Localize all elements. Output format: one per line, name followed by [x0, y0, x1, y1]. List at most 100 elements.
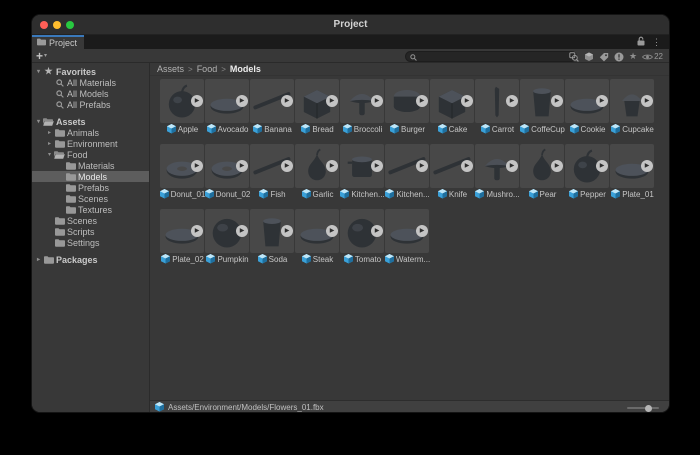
- breadcrumb-food[interactable]: Food: [197, 64, 218, 74]
- play-preview-button[interactable]: ▶: [641, 95, 653, 107]
- tree-item-all-materials[interactable]: All Materials: [32, 77, 149, 88]
- play-preview-button[interactable]: ▶: [416, 225, 428, 237]
- tree-item-favorites[interactable]: ▾★Favorites: [32, 66, 149, 77]
- tree-item-textures[interactable]: Textures: [32, 204, 149, 215]
- menu-kebab-icon[interactable]: ⋮: [652, 38, 661, 47]
- play-preview-button[interactable]: ▶: [281, 225, 293, 237]
- tree-item-scripts[interactable]: Scripts: [32, 226, 149, 237]
- asset-tile-cake[interactable]: ▶Cake: [430, 79, 475, 137]
- search-field[interactable]: [405, 51, 577, 62]
- asset-thumbnail[interactable]: ▶: [205, 144, 249, 188]
- thumbnail-zoom-slider[interactable]: [627, 407, 659, 409]
- create-asset-button[interactable]: + ▾: [36, 51, 47, 61]
- hidden-packages-toggle[interactable]: 22: [642, 48, 663, 66]
- asset-thumbnail[interactable]: ▶: [160, 144, 204, 188]
- play-preview-button[interactable]: ▶: [191, 160, 203, 172]
- open-in-search-icon[interactable]: [569, 52, 579, 62]
- play-preview-button[interactable]: ▶: [551, 95, 563, 107]
- asset-tile-plate-01[interactable]: ▶Plate_01: [610, 144, 655, 202]
- asset-tile-plate-02[interactable]: ▶Plate_02: [160, 209, 205, 267]
- play-preview-button[interactable]: ▶: [596, 95, 608, 107]
- breadcrumb-assets[interactable]: Assets: [157, 64, 184, 74]
- asset-tile-carrot[interactable]: ▶Carrot: [475, 79, 520, 137]
- search-by-import-log-icon[interactable]: [614, 52, 624, 62]
- play-preview-button[interactable]: ▶: [551, 160, 563, 172]
- asset-thumbnail[interactable]: ▶: [250, 144, 294, 188]
- asset-tile-cupcake[interactable]: ▶Cupcake: [610, 79, 655, 137]
- play-preview-button[interactable]: ▶: [281, 95, 293, 107]
- search-by-label-icon[interactable]: [599, 52, 609, 62]
- asset-thumbnail[interactable]: ▶: [160, 79, 204, 123]
- disclosure-right-icon[interactable]: ▸: [45, 140, 54, 147]
- play-preview-button[interactable]: ▶: [326, 225, 338, 237]
- asset-tile-coffecup[interactable]: ▶CoffeCup: [520, 79, 565, 137]
- tab-project[interactable]: Project: [32, 35, 84, 49]
- asset-thumbnail[interactable]: ▶: [610, 144, 654, 188]
- asset-thumbnail[interactable]: ▶: [565, 144, 609, 188]
- disclosure-right-icon[interactable]: ▸: [45, 129, 54, 136]
- asset-tile-garlic[interactable]: ▶Garlic: [295, 144, 340, 202]
- asset-thumbnail[interactable]: ▶: [295, 209, 339, 253]
- tree-item-models[interactable]: Models: [32, 171, 149, 182]
- asset-thumbnail[interactable]: ▶: [160, 209, 204, 253]
- asset-tile-soda[interactable]: ▶Soda: [250, 209, 295, 267]
- play-preview-button[interactable]: ▶: [236, 95, 248, 107]
- asset-tile-tomato[interactable]: ▶Tomato: [340, 209, 385, 267]
- asset-tile-cookie[interactable]: ▶Cookie: [565, 79, 610, 137]
- asset-tile-banana[interactable]: ▶Banana: [250, 79, 295, 137]
- asset-tile-mushro[interactable]: ▶Mushro...: [475, 144, 520, 202]
- tree-item-assets[interactable]: ▾Assets: [32, 116, 149, 127]
- disclosure-down-icon[interactable]: ▾: [45, 151, 54, 158]
- asset-thumbnail[interactable]: ▶: [430, 144, 474, 188]
- asset-thumbnail[interactable]: ▶: [340, 79, 384, 123]
- play-preview-button[interactable]: ▶: [416, 95, 428, 107]
- asset-tile-pear[interactable]: ▶Pear: [520, 144, 565, 202]
- play-preview-button[interactable]: ▶: [326, 95, 338, 107]
- tree-item-materials[interactable]: Materials: [32, 160, 149, 171]
- asset-tile-kitchen[interactable]: ▶Kitchen...: [385, 144, 430, 202]
- search-input[interactable]: [420, 52, 572, 61]
- asset-thumbnail[interactable]: ▶: [250, 79, 294, 123]
- save-search-star-icon[interactable]: ★: [629, 52, 637, 61]
- asset-thumbnail[interactable]: ▶: [295, 79, 339, 123]
- asset-thumbnail[interactable]: ▶: [430, 79, 474, 123]
- tree-item-all-prefabs[interactable]: All Prefabs: [32, 99, 149, 110]
- asset-thumbnail[interactable]: ▶: [295, 144, 339, 188]
- play-preview-button[interactable]: ▶: [371, 225, 383, 237]
- disclosure-down-icon[interactable]: ▾: [34, 118, 43, 125]
- asset-thumbnail[interactable]: ▶: [520, 144, 564, 188]
- asset-tile-kitchen[interactable]: ▶Kitchen...: [340, 144, 385, 202]
- play-preview-button[interactable]: ▶: [416, 160, 428, 172]
- disclosure-right-icon[interactable]: ▸: [34, 256, 43, 263]
- tree-item-scenes[interactable]: Scenes: [32, 193, 149, 204]
- asset-thumbnail[interactable]: ▶: [610, 79, 654, 123]
- breadcrumb-models[interactable]: Models: [230, 64, 261, 74]
- tree-item-food[interactable]: ▾Food: [32, 149, 149, 160]
- tree-item-environment[interactable]: ▸Environment: [32, 138, 149, 149]
- zoom-window-button[interactable]: [66, 21, 74, 29]
- asset-tile-donut-02[interactable]: ▶Donut_02: [205, 144, 250, 202]
- tree-item-animals[interactable]: ▸Animals: [32, 127, 149, 138]
- asset-tile-steak[interactable]: ▶Steak: [295, 209, 340, 267]
- play-preview-button[interactable]: ▶: [506, 95, 518, 107]
- disclosure-down-icon[interactable]: ▾: [34, 68, 43, 75]
- play-preview-button[interactable]: ▶: [281, 160, 293, 172]
- asset-thumbnail[interactable]: ▶: [205, 209, 249, 253]
- asset-tile-burger[interactable]: ▶Burger: [385, 79, 430, 137]
- tree-item-all-models[interactable]: All Models: [32, 88, 149, 99]
- asset-tile-pumpkin[interactable]: ▶Pumpkin: [205, 209, 250, 267]
- asset-thumbnail[interactable]: ▶: [385, 79, 429, 123]
- asset-thumbnail[interactable]: ▶: [385, 209, 429, 253]
- play-preview-button[interactable]: ▶: [236, 160, 248, 172]
- asset-thumbnail[interactable]: ▶: [475, 79, 519, 123]
- asset-tile-avocado[interactable]: ▶Avocado: [205, 79, 250, 137]
- play-preview-button[interactable]: ▶: [641, 160, 653, 172]
- slider-knob[interactable]: [645, 405, 652, 412]
- tree-item-settings[interactable]: Settings: [32, 237, 149, 248]
- tree-item-scenes[interactable]: Scenes: [32, 215, 149, 226]
- play-preview-button[interactable]: ▶: [236, 225, 248, 237]
- play-preview-button[interactable]: ▶: [371, 95, 383, 107]
- asset-thumbnail[interactable]: ▶: [385, 144, 429, 188]
- asset-thumbnail[interactable]: ▶: [340, 144, 384, 188]
- asset-tile-fish[interactable]: ▶Fish: [250, 144, 295, 202]
